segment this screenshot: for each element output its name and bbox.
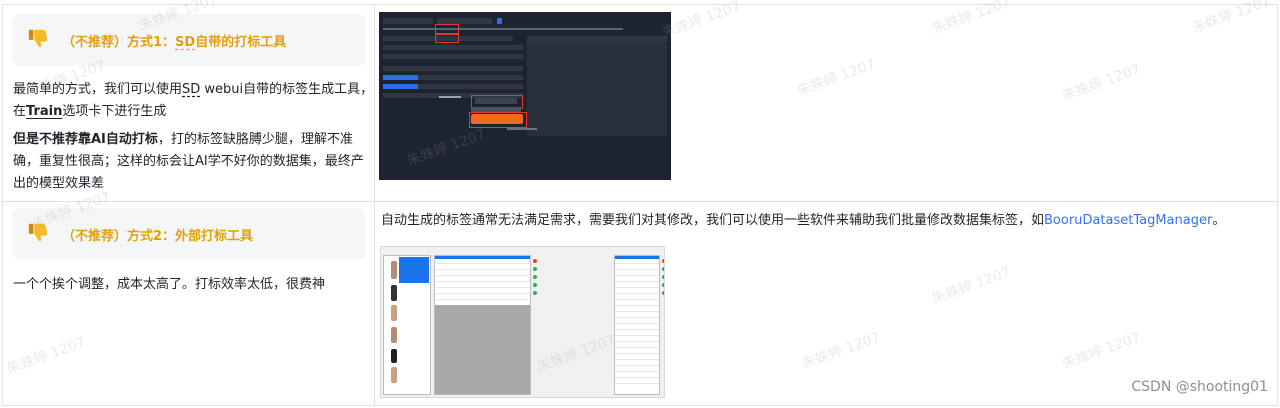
- booru-link[interactable]: BooruDatasetTagManager: [1044, 213, 1212, 228]
- thumbs-down-icon: [28, 223, 48, 242]
- method-2-paragraph: 一个个挨个调整，成本太高了。打标效率太低，很费神: [13, 277, 326, 292]
- callout-title: （不推荐）方式1：SD自带的打标工具: [62, 35, 287, 50]
- row-divider: [3, 201, 1277, 202]
- tag-manager-screenshot: [380, 246, 665, 398]
- warning-paragraph: 但是不推荐靠AI自动打标，打的标签缺胳膊少腿，理解不准 确，重复性很高；这样的标…: [13, 132, 364, 191]
- webui-train-screenshot: [379, 12, 671, 180]
- tag-manager-paragraph: 自动生成的标签通常无法满足需求，需要我们对其修改，我们可以使用一些软件来辅助我们…: [381, 213, 1226, 228]
- callout-method-2: （不推荐）方式2：外部打标工具: [12, 208, 366, 260]
- callout-method-1: （不推荐）方式1：SD自带的打标工具: [12, 14, 366, 66]
- thumbs-down-icon: [28, 29, 48, 48]
- intro-paragraph: 最简单的方式，我们可以使用SD webui自带的标签生成工具， 在Train选项…: [13, 82, 374, 119]
- csdn-footer: CSDN @shooting01: [1131, 379, 1268, 395]
- column-divider: [374, 5, 375, 405]
- callout-title: （不推荐）方式2：外部打标工具: [62, 229, 254, 244]
